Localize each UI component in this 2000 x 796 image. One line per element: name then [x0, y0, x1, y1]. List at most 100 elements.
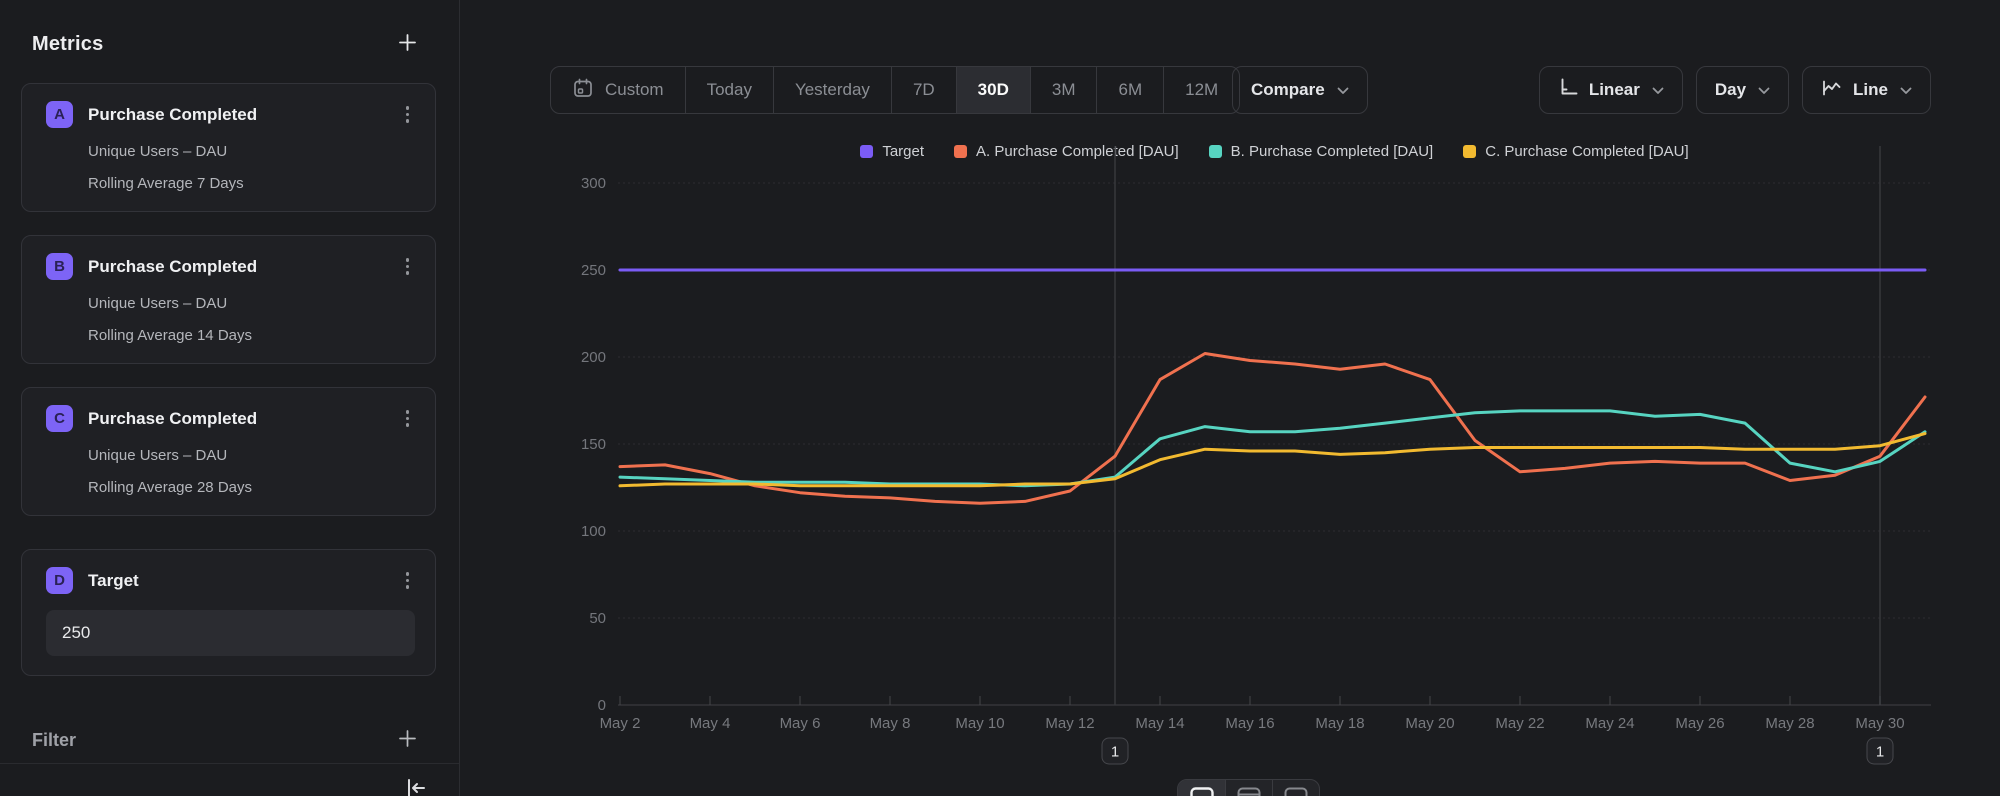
series-line-c[interactable] [620, 434, 1925, 486]
chart-display-controls: Linear Day Line [1539, 66, 1931, 114]
kebab-icon [406, 572, 410, 576]
svg-text:1: 1 [1111, 744, 1119, 761]
range-today-button[interactable]: Today [685, 67, 773, 113]
chevron-down-icon [1337, 80, 1349, 100]
metric-transform: Rolling Average 7 Days [88, 175, 415, 192]
metric-card-b[interactable]: B Purchase Completed Unique Users – DAU … [21, 235, 436, 364]
x-axis-tick-label: May 2 [600, 715, 641, 732]
calendar-icon [572, 77, 594, 104]
range-30d-button[interactable]: 30D [956, 67, 1030, 113]
add-metric-button[interactable] [395, 30, 420, 58]
range-yesterday-button[interactable]: Yesterday [773, 67, 891, 113]
chart-type-button[interactable]: Line [1802, 66, 1931, 114]
x-axis-tick-label: May 18 [1315, 715, 1364, 732]
view-table-button[interactable] [1225, 780, 1272, 796]
metric-badge-b: B [46, 253, 73, 280]
kebab-icon [406, 410, 410, 414]
annotation-marker[interactable]: 1 [1102, 738, 1128, 764]
x-axis-tick-label: May 24 [1585, 715, 1634, 732]
y-axis-tick-label: 300 [581, 175, 606, 192]
metric-menu-button[interactable] [400, 406, 416, 431]
sidebar: Metrics A Purchase Completed Unique User… [0, 0, 460, 796]
metric-title: Purchase Completed [88, 409, 400, 429]
y-axis-tick-label: 50 [589, 610, 606, 627]
metric-transform: Rolling Average 14 Days [88, 327, 415, 344]
x-axis-tick-label: May 10 [955, 715, 1004, 732]
range-12m-button[interactable]: 12M [1163, 67, 1239, 113]
chart-area[interactable]: 0 50 100 150 200 250 300 May 2 May 4 May 6 May 8 Ma… [460, 130, 2000, 796]
kebab-icon [406, 106, 410, 110]
series-line-a[interactable] [620, 354, 1925, 504]
range-label: Today [707, 80, 752, 100]
chart-type-label: Line [1853, 80, 1888, 100]
app-root: Metrics A Purchase Completed Unique User… [0, 0, 2000, 796]
target-value-input[interactable] [46, 610, 415, 656]
plus-icon [399, 730, 416, 750]
x-axis-tick-label: May 30 [1855, 715, 1904, 732]
compare-label: Compare [1251, 80, 1325, 100]
metric-transform: Rolling Average 28 Days [88, 479, 415, 496]
metric-card-c[interactable]: C Purchase Completed Unique Users – DAU … [21, 387, 436, 516]
view-toggle [1177, 779, 1320, 796]
view-chart-button[interactable] [1178, 780, 1225, 796]
scale-button[interactable]: Linear [1539, 66, 1683, 114]
metrics-title: Metrics [32, 33, 103, 56]
collapse-sidebar-button[interactable] [404, 776, 428, 796]
add-filter-button[interactable] [395, 726, 420, 754]
range-label: 7D [913, 80, 935, 100]
metric-card-a-header: A Purchase Completed [46, 101, 415, 128]
chevron-down-icon [1758, 80, 1770, 100]
split-view-icon [1284, 787, 1308, 796]
metric-menu-button[interactable] [400, 102, 416, 127]
range-label: Yesterday [795, 80, 870, 100]
y-axis-tick-label: 150 [581, 436, 606, 453]
range-custom-button[interactable]: Custom [551, 67, 685, 113]
range-6m-button[interactable]: 6M [1096, 67, 1163, 113]
metric-card-c-header: C Purchase Completed [46, 405, 415, 432]
metric-title: Purchase Completed [88, 105, 400, 125]
range-label: 3M [1052, 80, 1076, 100]
annotation-marker[interactable]: 1 [1867, 738, 1893, 764]
y-axis-tick-label: 100 [581, 523, 606, 540]
y-axis-tick-label: 250 [581, 262, 606, 279]
metric-badge-d: D [46, 567, 73, 594]
x-axis-tick-label: May 8 [870, 715, 911, 732]
x-axis-tick-label: May 12 [1045, 715, 1094, 732]
chevron-down-icon [1900, 80, 1912, 100]
x-axis-tick-label: May 20 [1405, 715, 1454, 732]
sidebar-divider [0, 763, 459, 764]
y-axis-tick-label: 0 [598, 697, 606, 714]
x-axis-tick-label: May 16 [1225, 715, 1274, 732]
scale-label: Linear [1589, 80, 1640, 100]
plus-icon [399, 34, 416, 54]
metric-measure: Unique Users – DAU [88, 143, 415, 160]
x-axis-tick-label: May 28 [1765, 715, 1814, 732]
target-menu-button[interactable] [400, 568, 416, 593]
interval-label: Day [1715, 80, 1746, 100]
filter-title: Filter [32, 730, 76, 751]
compare-button[interactable]: Compare [1232, 66, 1368, 114]
x-axis-tick-label: May 14 [1135, 715, 1184, 732]
range-7d-button[interactable]: 7D [891, 67, 956, 113]
date-range-control: Custom Today Yesterday 7D 30D 3M 6M 12M [550, 66, 1240, 114]
collapse-left-icon [404, 788, 428, 796]
metric-card-a[interactable]: A Purchase Completed Unique Users – DAU … [21, 83, 436, 212]
metric-badge-a: A [46, 101, 73, 128]
line-chart-icon [1821, 78, 1843, 103]
metric-menu-button[interactable] [400, 254, 416, 279]
range-label: 30D [978, 80, 1009, 100]
metric-badge-c: C [46, 405, 73, 432]
target-card[interactable]: D Target [21, 549, 436, 676]
metric-measure: Unique Users – DAU [88, 295, 415, 312]
metric-card-b-header: B Purchase Completed [46, 253, 415, 280]
x-axis-tick-label: May 6 [780, 715, 821, 732]
svg-text:1: 1 [1876, 744, 1884, 761]
range-label: 6M [1118, 80, 1142, 100]
interval-button[interactable]: Day [1696, 66, 1789, 114]
range-3m-button[interactable]: 3M [1030, 67, 1097, 113]
x-axis-tick-label: May 4 [690, 715, 731, 732]
range-label: 12M [1185, 80, 1218, 100]
y-axis-tick-label: 200 [581, 349, 606, 366]
view-split-button[interactable] [1272, 780, 1319, 796]
chart-view-icon [1190, 787, 1214, 796]
